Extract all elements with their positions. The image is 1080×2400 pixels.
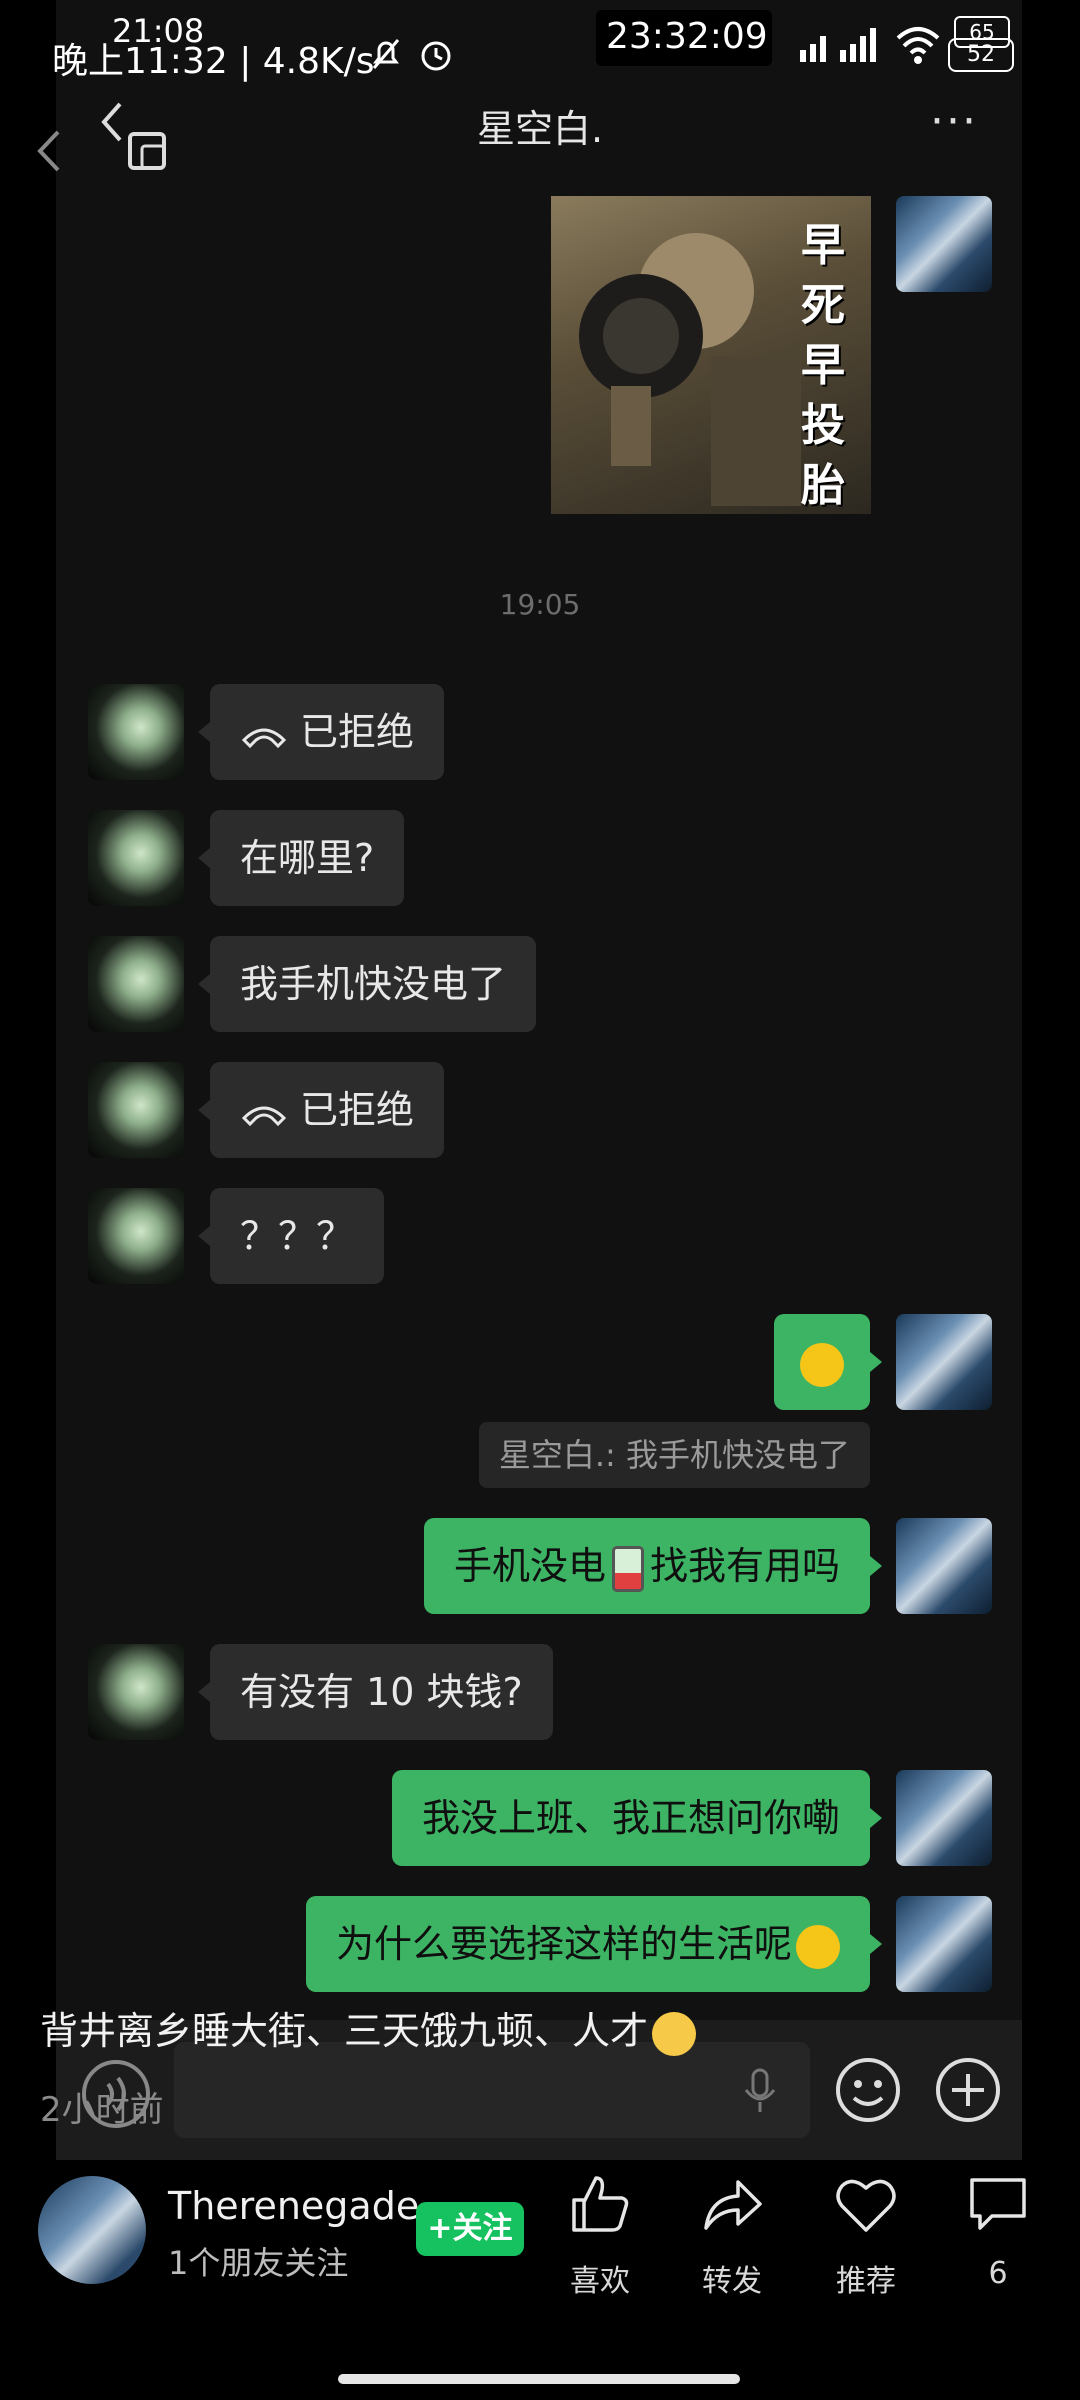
message-text: 有没有 10 块钱? <box>240 1670 523 1714</box>
phone-hangup-icon <box>241 728 287 748</box>
self-avatar[interactable] <box>896 1314 992 1410</box>
emoji-smile-icon[interactable] <box>834 2056 902 2124</box>
message-bubble[interactable]: 在哪里? <box>197 810 405 906</box>
phone-hangup-icon <box>241 1106 287 1126</box>
message-text: 为什么要选择这样的生活呢 <box>335 1922 792 1966</box>
message-text: 已拒绝 <box>300 710 415 754</box>
contact-avatar[interactable] <box>88 684 184 780</box>
time-separator: 19:05 <box>499 588 581 621</box>
self-avatar[interactable] <box>896 1770 992 1866</box>
sticker-image[interactable]: 早死早投胎 <box>551 196 871 514</box>
wifi-icon <box>896 27 940 64</box>
message-bubble[interactable]: ？？？ <box>197 1188 385 1284</box>
message-input[interactable] <box>174 2042 810 2138</box>
quoted-message[interactable]: 星空白.: 我手机快没电了 <box>478 1422 870 1488</box>
chat-title: 星空白. <box>476 107 604 151</box>
message-bubble-call[interactable]: 已拒绝 <box>197 1062 445 1158</box>
message-text: 在哪里? <box>240 836 375 880</box>
contact-avatar[interactable] <box>88 1062 184 1158</box>
contact-avatar[interactable] <box>88 936 184 1032</box>
laughing-tears-emoji-icon <box>652 2011 697 2056</box>
sweat-emoji-icon <box>796 1924 840 1969</box>
author-username[interactable]: Therenegade <box>168 2184 419 2228</box>
low-battery-icon <box>611 1545 644 1592</box>
message-bubble-emoji[interactable] <box>774 1314 882 1410</box>
self-avatar[interactable] <box>896 1896 992 1992</box>
recommend-label[interactable]: 推荐 <box>806 2256 926 2300</box>
message-bubble[interactable]: 有没有 10 块钱? <box>198 1644 553 1740</box>
message-text: 我没上班、我正想问你嘞 <box>421 1796 840 1840</box>
message-text-part: 手机没电 <box>453 1544 606 1588</box>
contact-avatar[interactable] <box>88 1188 184 1284</box>
author-avatar[interactable] <box>38 2176 146 2284</box>
post-caption: 背井离乡睡大街、三天饿九顿、人才 <box>40 2000 697 2056</box>
home-indicator[interactable] <box>338 2374 740 2384</box>
more-options-icon[interactable]: ··· <box>930 96 978 147</box>
message-bubble-call[interactable]: 已拒绝 <box>197 684 445 780</box>
message-bubble[interactable]: 手机没电 找我有用吗 <box>423 1518 883 1614</box>
self-avatar[interactable] <box>896 1518 992 1614</box>
contact-avatar[interactable] <box>88 1644 184 1740</box>
message-text: 已拒绝 <box>300 1088 415 1132</box>
like-thumb-icon[interactable] <box>568 2172 632 2236</box>
microphone-icon[interactable] <box>740 2066 780 2116</box>
message-text: ？？？ <box>240 1214 355 1258</box>
contact-avatar[interactable] <box>88 810 184 906</box>
friends-follow-count: 1个朋友关注 <box>168 2244 349 2282</box>
self-avatar[interactable] <box>896 196 992 292</box>
like-label[interactable]: 喜欢 <box>540 2256 660 2300</box>
mute-bell-icon <box>372 39 400 69</box>
sticker-text: 早死早投胎 <box>801 220 845 511</box>
status-left-text: 晚上11:32 | 4.8K/s <box>52 41 375 82</box>
heart-icon[interactable] <box>834 2174 898 2234</box>
message-text-part: 找我有用吗 <box>649 1544 840 1588</box>
share-arrow-icon[interactable] <box>700 2172 764 2236</box>
alarm-icon <box>421 41 451 71</box>
post-caption-text: 背井离乡睡大街、三天饿九顿、人才 <box>40 2009 649 2053</box>
share-label[interactable]: 转发 <box>672 2256 792 2300</box>
message-text: 我手机快没电了 <box>240 962 507 1006</box>
message-bubble[interactable]: 我没上班、我正想问你嘞 <box>391 1770 883 1866</box>
battery-icon: 52 <box>948 38 1014 72</box>
message-bubble[interactable]: 我手机快没电了 <box>197 936 537 1032</box>
overlay-clock: 23:32:09 <box>606 16 768 57</box>
post-time-ago: 2小时前 <box>40 2090 164 2130</box>
add-circle-icon[interactable] <box>934 2056 1002 2124</box>
message-bubble[interactable]: 为什么要选择这样的生活呢 <box>305 1896 883 1992</box>
sweat-emoji-icon <box>800 1342 844 1387</box>
follow-button[interactable]: +关注 <box>416 2202 524 2256</box>
comment-count[interactable]: 6 <box>938 2256 1058 2291</box>
comment-icon[interactable] <box>966 2174 1030 2234</box>
